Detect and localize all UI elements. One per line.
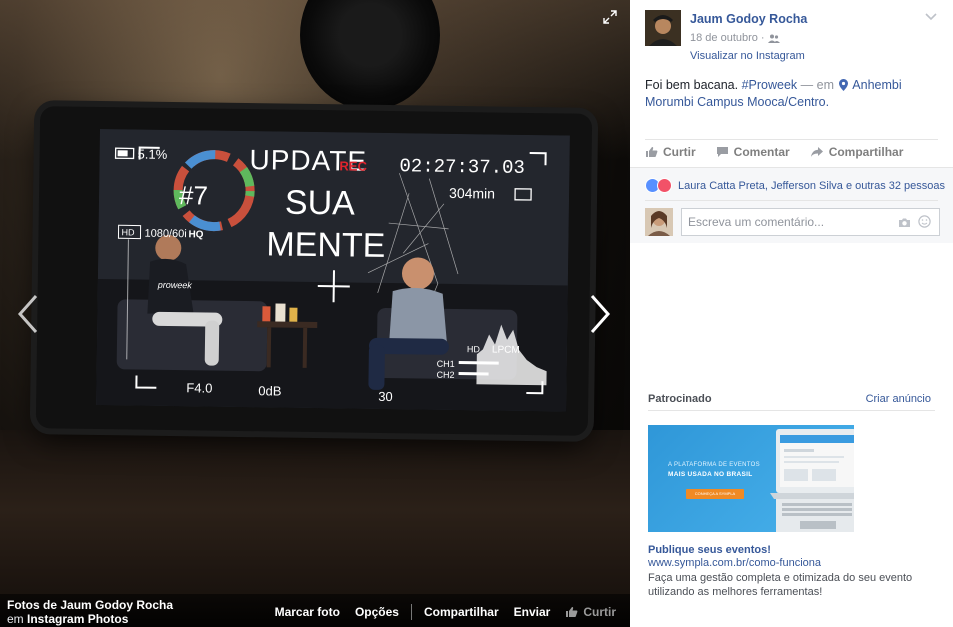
- hd-badge: HD: [121, 227, 135, 237]
- audio-format: LPCM: [492, 344, 520, 355]
- gain-readout: 0dB: [258, 383, 281, 398]
- shirt-print: proweek: [157, 280, 193, 290]
- divider: [645, 139, 938, 140]
- hashtag-link[interactable]: #Proweek: [742, 78, 798, 92]
- battery-readout: 5.1%: [138, 147, 168, 162]
- credit-prefix: Fotos de: [7, 598, 61, 612]
- post-message: Foi bem bacana. #Proweek — em Anhembi Mo…: [645, 77, 945, 111]
- post-text: Foi bem bacana.: [645, 78, 739, 92]
- aperture-readout: F4.0: [186, 380, 212, 395]
- shutter-readout: 30: [378, 389, 393, 404]
- comment-button[interactable]: Comentar: [716, 145, 790, 159]
- expand-fullscreen-icon[interactable]: [603, 10, 617, 24]
- like-label: Curtir: [663, 145, 696, 159]
- resolution-readout: 1080/60i: [144, 228, 186, 241]
- next-photo-button[interactable]: [584, 292, 616, 336]
- camera-screen-drawing: 5.1% UPDATE REC 02:27:37.03 304min #7 SU…: [96, 128, 570, 412]
- channel-1-label: CH1: [437, 359, 455, 369]
- comment-bubble-icon: [716, 147, 728, 157]
- love-reaction-icon: [657, 178, 672, 193]
- like-photo-label: Curtir: [583, 605, 616, 619]
- avatar-image: [645, 10, 681, 46]
- reaction-summary[interactable]: Laura Catta Preta, Jefferson Silva e out…: [645, 178, 945, 193]
- post-actions: Curtir Comentar Compartilhar: [645, 145, 923, 159]
- previous-photo-button[interactable]: [12, 292, 44, 336]
- share-button[interactable]: Compartilhar: [810, 145, 904, 159]
- camera-monitor: 5.1% UPDATE REC 02:27:37.03 304min #7 SU…: [35, 106, 593, 436]
- tag-photo-button[interactable]: Marcar foto: [275, 605, 340, 619]
- photo-viewer: 5.1% UPDATE REC 02:27:37.03 304min #7 SU…: [0, 0, 630, 627]
- post-date-link[interactable]: 18 de outubro: [690, 32, 758, 44]
- chevron-down-icon[interactable]: [925, 12, 937, 22]
- sign-number: #7: [179, 180, 208, 210]
- sponsored-heading: Patrocinado: [648, 393, 712, 405]
- emoji-icon[interactable]: [918, 215, 931, 228]
- hq-badge: HQ: [188, 229, 203, 240]
- like-button[interactable]: Curtir: [645, 145, 696, 159]
- author-avatar[interactable]: [645, 10, 681, 46]
- ad-banner-line2: MAIS USADA NO BRASIL: [668, 471, 753, 478]
- friends-audience-icon[interactable]: [767, 34, 780, 43]
- options-button[interactable]: Opções: [355, 605, 399, 619]
- camera-icon[interactable]: [898, 217, 911, 228]
- audio-hd-badge: HD: [467, 344, 481, 354]
- post-sidebar: Jaum Godoy Rocha 18 de outubro · Visuali…: [630, 0, 953, 627]
- divider: [645, 200, 938, 201]
- post-meta: 18 de outubro ·: [690, 32, 780, 44]
- send-photo-button[interactable]: Enviar: [514, 605, 551, 619]
- camera-screen: 5.1% UPDATE REC 02:27:37.03 304min #7 SU…: [96, 128, 570, 412]
- comment-label: Comentar: [733, 145, 790, 159]
- thumbs-up-icon: [566, 607, 578, 617]
- like-photo-button[interactable]: Curtir: [565, 605, 616, 619]
- actions-divider: [410, 604, 412, 620]
- ad-description: Faça uma gestão completa e otimizada do …: [648, 572, 913, 598]
- share-label: Compartilhar: [828, 145, 904, 159]
- photo-credit: Fotos de Jaum Godoy Rocha em Instagram P…: [7, 598, 173, 626]
- photo-actions: Marcar foto Opções Compartilhar Enviar C…: [260, 604, 616, 620]
- commenter-avatar-image: [645, 208, 673, 236]
- ad-banner-line1: A PLATAFORMA DE EVENTOS: [668, 462, 760, 468]
- reactions-and-comments: Laura Catta Preta, Jefferson Silva e out…: [630, 167, 953, 243]
- timecode-readout: 02:27:37.03: [399, 155, 525, 179]
- chevron-left-icon: [17, 295, 38, 333]
- reaction-names[interactable]: Laura Catta Preta, Jefferson Silva e out…: [678, 180, 945, 192]
- channel-2-label: CH2: [436, 370, 454, 380]
- rec-indicator: REC: [339, 158, 367, 173]
- ad-url-link[interactable]: www.sympla.com.br/como-funciona: [648, 557, 821, 569]
- credit-owner-link[interactable]: Jaum Godoy Rocha: [60, 598, 173, 612]
- create-ad-link[interactable]: Criar anúncio: [866, 393, 931, 405]
- location-prefix: — em: [800, 78, 835, 92]
- divider: [648, 410, 935, 411]
- location-pin-icon: [838, 79, 848, 91]
- author-name-link[interactable]: Jaum Godoy Rocha: [690, 12, 807, 26]
- share-photo-button[interactable]: Compartilhar: [424, 605, 499, 619]
- credit-album-link[interactable]: Instagram Photos: [27, 612, 128, 626]
- ad-banner-button: CONHEÇA A SYMPLA: [686, 489, 744, 499]
- ad-title-link[interactable]: Publique seus eventos!: [648, 544, 771, 556]
- thumbs-up-icon: [646, 147, 658, 157]
- meta-separator: ·: [760, 32, 765, 44]
- laptop-illustration: [770, 429, 854, 532]
- photo-footer-bar: Fotos de Jaum Godoy Rocha em Instagram P…: [0, 594, 630, 627]
- sign-text-mente: MENTE: [266, 225, 386, 265]
- credit-in: em: [7, 612, 28, 626]
- remaining-readout: 304min: [449, 185, 495, 202]
- commenter-avatar: [645, 208, 673, 236]
- ad-banner-image[interactable]: A PLATAFORMA DE EVENTOS MAIS USADA NO BR…: [648, 425, 854, 532]
- chevron-right-icon: [590, 295, 611, 333]
- sign-text-sua: SUA: [285, 184, 356, 223]
- view-on-instagram-link[interactable]: Visualizar no Instagram: [690, 50, 805, 62]
- share-arrow-icon: [810, 147, 823, 157]
- reaction-icons: [645, 178, 675, 193]
